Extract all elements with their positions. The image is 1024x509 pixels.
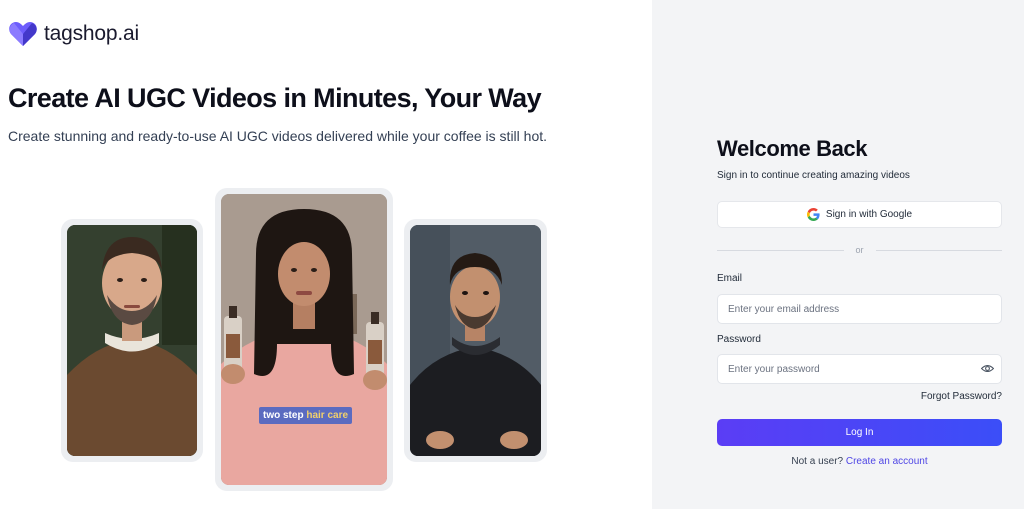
video-card-featured[interactable]: two step hair care bbox=[215, 188, 393, 491]
password-label: Password bbox=[717, 334, 761, 345]
google-signin-label: Sign in with Google bbox=[825, 209, 913, 220]
signup-prompt-text: Not a user? bbox=[791, 456, 844, 467]
google-signin-button[interactable]: Sign in with Google bbox=[717, 201, 1002, 228]
hero-headline: Create AI UGC Videos in Minutes, Your Wa… bbox=[8, 83, 542, 113]
divider-line bbox=[875, 249, 1003, 251]
password-field[interactable] bbox=[717, 354, 1002, 384]
login-title: Welcome Back bbox=[717, 136, 868, 161]
signup-prompt: Not a user? Create an account bbox=[717, 456, 1002, 467]
show-password-icon[interactable] bbox=[981, 363, 994, 374]
video-thumbnail: two step hair care bbox=[221, 194, 387, 485]
google-icon bbox=[806, 208, 820, 221]
forgot-password-link[interactable]: Forgot Password? bbox=[717, 391, 1002, 402]
heart-logo-icon bbox=[9, 22, 37, 46]
brand-name: tagshop.ai bbox=[44, 22, 139, 45]
hero-subheadline: Create stunning and ready-to-use AI UGC … bbox=[8, 128, 548, 144]
video-card[interactable] bbox=[61, 219, 203, 462]
video-thumbnail bbox=[67, 225, 197, 456]
login-button[interactable]: Log In bbox=[717, 419, 1002, 446]
create-account-link[interactable]: Create an account bbox=[846, 456, 928, 467]
login-subtitle: Sign in to continue creating amazing vid… bbox=[717, 170, 910, 181]
email-field[interactable] bbox=[717, 294, 1002, 324]
divider-text: or bbox=[855, 245, 864, 255]
brand-logo[interactable]: tagshop.ai bbox=[8, 20, 139, 48]
login-panel: Welcome Back Sign in to continue creatin… bbox=[652, 0, 1024, 509]
divider-line bbox=[717, 249, 844, 251]
marketing-panel: tagshop.ai Create AI UGC Videos in Minut… bbox=[0, 0, 652, 509]
email-label: Email bbox=[717, 273, 743, 284]
or-divider: or bbox=[717, 243, 1003, 257]
video-caption: two step hair care bbox=[259, 407, 353, 424]
video-card[interactable] bbox=[404, 219, 547, 462]
video-thumbnail bbox=[410, 225, 541, 456]
